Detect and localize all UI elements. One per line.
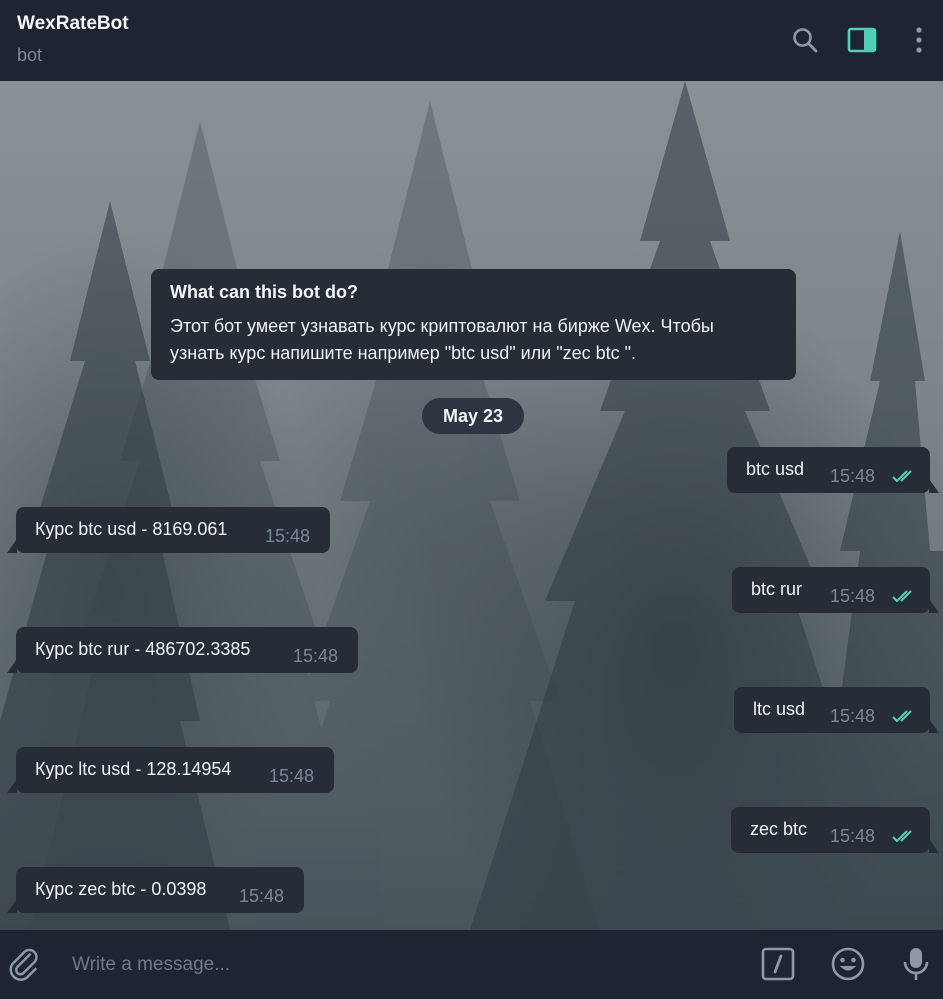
search-button[interactable]	[789, 24, 821, 56]
chat-history[interactable]: What can this bot do? Этот бот умеет узн…	[0, 81, 943, 930]
wallpaper-forest	[0, 81, 943, 930]
message-text: ltc usd	[753, 699, 806, 719]
outgoing-message[interactable]: ltc usd 15:48	[734, 687, 939, 733]
message-text: Курс btc rur - 486702.3385	[35, 639, 251, 659]
outgoing-message[interactable]: btc rur 15:48	[732, 567, 939, 613]
sidebar-panel-icon	[847, 27, 877, 53]
message-time: 15:48	[239, 886, 285, 906]
more-vertical-icon	[916, 27, 922, 53]
message-text: btc usd	[746, 459, 805, 479]
more-menu-button[interactable]	[903, 24, 935, 56]
double-check-icon	[892, 470, 912, 483]
message-time: 15:48	[830, 706, 876, 726]
emoji-button[interactable]	[830, 946, 866, 982]
incoming-message[interactable]: Курс zec btc - 0.0398 15:48	[7, 867, 304, 913]
attach-button[interactable]	[8, 947, 44, 983]
chat-status: bot	[17, 45, 43, 65]
incoming-message[interactable]: Курс btc rur - 486702.3385 15:48	[7, 627, 358, 673]
message-time: 15:48	[830, 586, 876, 606]
chat-header: WexRateBot bot	[0, 0, 943, 81]
message-text: btc rur	[751, 579, 803, 599]
toggle-info-panel-button[interactable]	[846, 24, 878, 56]
bot-commands-button[interactable]	[760, 946, 796, 982]
slash-commands-icon	[761, 947, 795, 981]
outgoing-message[interactable]: btc usd 15:48	[727, 447, 939, 493]
paperclip-icon	[9, 948, 38, 981]
outgoing-message[interactable]: zec btc 15:48	[731, 807, 939, 853]
message-time: 15:48	[830, 466, 876, 486]
message-composer	[0, 930, 943, 999]
double-check-icon	[892, 590, 912, 603]
date-separator: May 23	[422, 398, 524, 434]
incoming-message[interactable]: Курс btc usd - 8169.061 15:48	[7, 507, 330, 553]
message-text: Курс ltc usd - 128.14954	[35, 759, 232, 779]
search-icon	[793, 28, 818, 53]
microphone-icon	[903, 948, 929, 980]
emoji-icon	[831, 947, 865, 981]
message-text: Курс zec btc - 0.0398	[35, 879, 207, 899]
double-check-icon	[892, 710, 912, 723]
bot-description-text: Этот бот умеет узнавать курс криптовалют…	[170, 313, 777, 367]
bot-description-title: What can this bot do?	[170, 282, 358, 302]
chat-title[interactable]: WexRateBot	[17, 13, 129, 35]
double-check-icon	[892, 830, 912, 843]
message-text: zec btc	[750, 819, 808, 839]
message-time: 15:48	[265, 526, 311, 546]
bot-description-line-1: Этот бот умеет узнавать курс криптовалют…	[170, 316, 714, 336]
message-text: Курс btc usd - 8169.061	[35, 519, 228, 539]
voice-record-button[interactable]	[898, 946, 934, 982]
message-input[interactable]	[70, 948, 734, 982]
bot-description-line-2: узнать курс напишите например "btc usd" …	[170, 343, 637, 363]
message-time: 15:48	[269, 766, 315, 786]
incoming-message[interactable]: Курс ltc usd - 128.14954 15:48	[7, 747, 334, 793]
bot-description-card: What can this bot do? Этот бот умеет узн…	[151, 269, 796, 380]
message-time: 15:48	[830, 826, 876, 846]
message-time: 15:48	[293, 646, 339, 666]
